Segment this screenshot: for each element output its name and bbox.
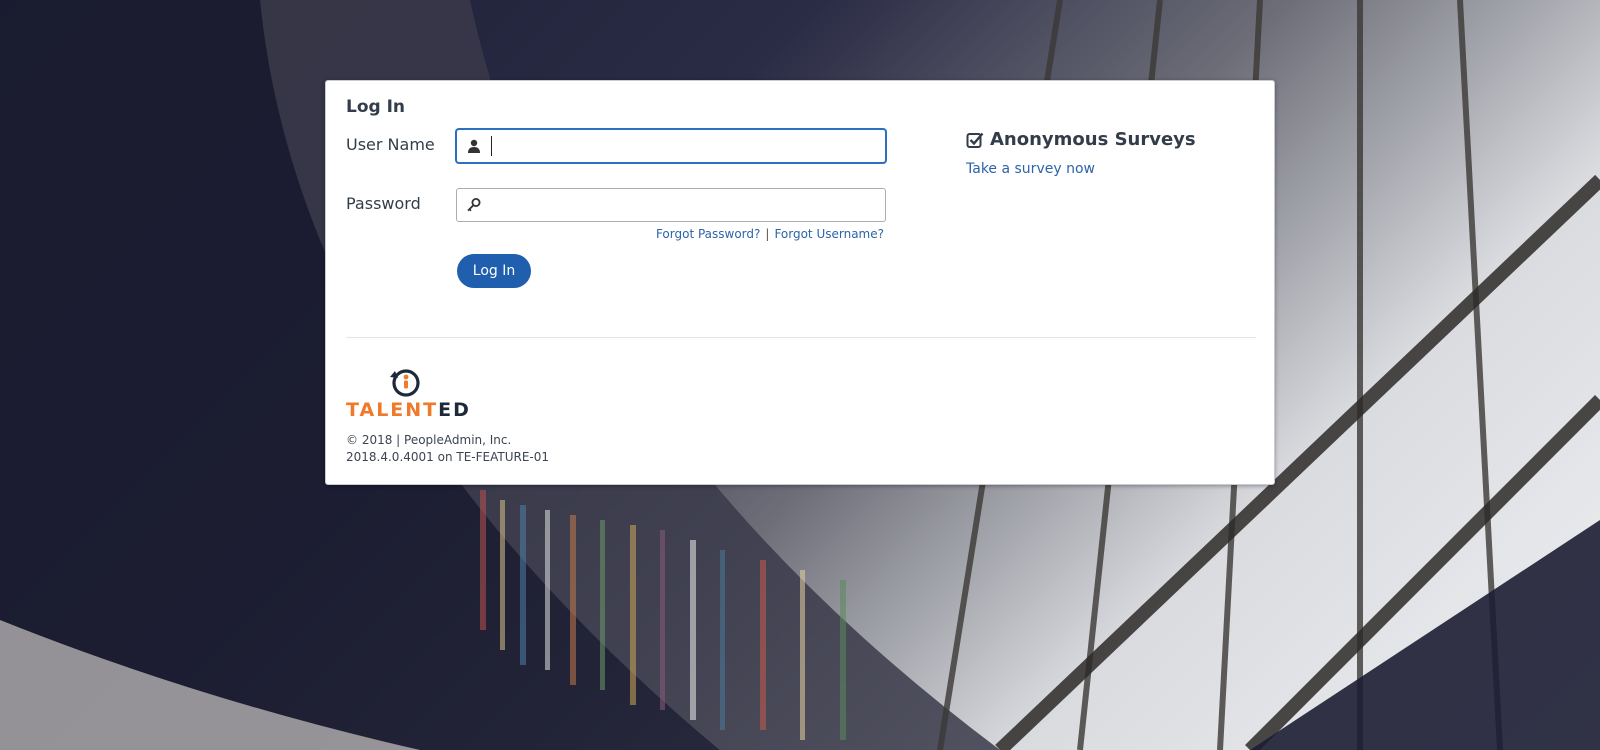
forgot-links: Forgot Password? | Forgot Username?	[656, 227, 884, 241]
login-card: Log In User Name Password Forgot Passwor…	[325, 80, 1275, 485]
logo-part2: ED	[438, 399, 471, 421]
logo-part1: TALENT	[346, 399, 439, 421]
login-button[interactable]: Log In	[457, 254, 531, 288]
link-separator: |	[765, 227, 770, 241]
anonymous-surveys-title: Anonymous Surveys	[990, 129, 1196, 150]
username-field[interactable]	[456, 129, 886, 163]
talented-logo-icon	[390, 369, 420, 397]
anonymous-surveys-heading: Anonymous Surveys	[966, 129, 1196, 150]
take-survey-link[interactable]: Take a survey now	[966, 161, 1095, 177]
user-icon	[457, 139, 491, 153]
username-label: User Name	[346, 135, 435, 154]
password-input[interactable]	[491, 191, 885, 219]
password-field[interactable]	[456, 188, 886, 222]
version-text: 2018.4.0.4001 on TE-FEATURE-01	[346, 450, 550, 464]
divider	[346, 337, 1256, 338]
login-title: Log In	[346, 97, 406, 117]
username-input[interactable]	[492, 132, 885, 160]
talented-logo: TALENTED	[346, 367, 486, 423]
logo-wordmark: TALENTED	[346, 399, 471, 421]
forgot-username-link[interactable]: Forgot Username?	[774, 227, 884, 241]
forgot-password-link[interactable]: Forgot Password?	[656, 227, 760, 241]
key-icon	[457, 197, 491, 213]
copyright-text: © 2018 | PeopleAdmin, Inc.	[346, 433, 512, 447]
password-label: Password	[346, 194, 421, 213]
checkbox-checked-icon	[966, 132, 984, 148]
